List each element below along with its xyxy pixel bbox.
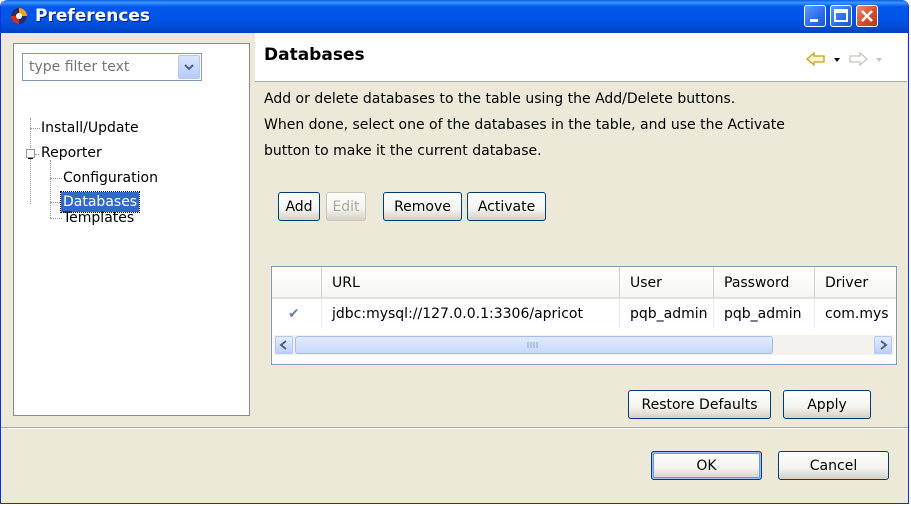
horizontal-scrollbar[interactable] — [274, 335, 894, 355]
preference-tree-panel: Install/Update Reporter Configuration Da… — [13, 43, 250, 416]
page-header: Databases — [255, 33, 907, 82]
window-title: Preferences — [35, 6, 151, 26]
scroll-grip-icon — [527, 342, 538, 348]
preference-page: Databases Add or delete databases to the… — [255, 33, 907, 429]
cell-password[interactable]: pqb_admin — [714, 299, 815, 329]
maximize-icon — [834, 9, 848, 22]
column-header-driver[interactable]: Driver — [815, 267, 896, 299]
chevron-down-icon — [184, 64, 194, 71]
tree-guide-line — [50, 160, 51, 218]
scroll-right-icon — [880, 340, 888, 350]
tree-guide-line — [50, 218, 62, 219]
add-button[interactable]: Add — [278, 192, 320, 221]
scroll-thumb[interactable] — [295, 336, 773, 354]
cell-url[interactable]: jdbc:mysql://127.0.0.1:3306/apricot — [322, 299, 620, 329]
cell-user[interactable]: pqb_admin — [620, 299, 714, 329]
scroll-right-button[interactable] — [874, 336, 892, 354]
footer-separator — [1, 427, 908, 429]
minimize-button[interactable] — [804, 5, 826, 27]
description-line-3: button to make it the current database. — [264, 143, 542, 159]
column-header-password[interactable]: Password — [714, 267, 815, 299]
close-icon — [861, 10, 873, 22]
cancel-button[interactable]: Cancel — [778, 451, 889, 480]
description-line-2: When done, select one of the databases i… — [264, 117, 785, 133]
tree-collapse-icon[interactable] — [26, 149, 35, 159]
column-header-url[interactable]: URL — [322, 267, 620, 299]
databases-table[interactable]: URL User Password Driver ✔ jdbc:mysql://… — [271, 266, 897, 365]
forward-history-chevron-down-icon — [876, 58, 882, 62]
minimize-icon — [810, 19, 818, 22]
ok-button[interactable]: OK — [651, 451, 762, 480]
activate-button[interactable]: Activate — [467, 192, 546, 221]
checkmark-icon[interactable]: ✔ — [272, 299, 322, 329]
tree-guide-line — [30, 128, 40, 129]
scroll-left-icon — [279, 340, 287, 350]
column-header-active[interactable] — [272, 267, 322, 299]
filter-combo[interactable] — [22, 53, 202, 81]
eclipse-app-icon — [11, 8, 27, 24]
preferences-window: Preferences Install/Update — [0, 0, 909, 504]
title-bar[interactable]: Preferences — [1, 0, 908, 33]
tree-guide-line — [35, 154, 39, 155]
tree-guide-line — [50, 178, 62, 179]
apply-button[interactable]: Apply — [783, 390, 871, 419]
back-arrow-icon[interactable] — [805, 51, 827, 67]
back-history-chevron-down-icon[interactable] — [832, 51, 842, 67]
page-title: Databases — [264, 45, 365, 65]
tree-item-templates[interactable]: Templates — [63, 208, 134, 228]
forward-arrow-icon[interactable] — [847, 51, 869, 67]
dialog-body: Install/Update Reporter Configuration Da… — [4, 33, 907, 501]
remove-button[interactable]: Remove — [383, 192, 462, 221]
cell-driver[interactable]: com.mys — [815, 299, 896, 329]
column-header-user[interactable]: User — [620, 267, 714, 299]
tree-item-configuration[interactable]: Configuration — [63, 168, 158, 188]
filter-input[interactable] — [23, 54, 185, 80]
description-line-1: Add or delete databases to the table usi… — [264, 91, 736, 107]
tree-item-install-update[interactable]: Install/Update — [41, 118, 139, 138]
restore-defaults-button[interactable]: Restore Defaults — [628, 390, 771, 419]
edit-button[interactable]: Edit — [326, 192, 366, 221]
close-button[interactable] — [856, 5, 878, 27]
filter-dropdown-button[interactable] — [178, 55, 200, 79]
scroll-left-button[interactable] — [275, 336, 293, 354]
maximize-button[interactable] — [830, 5, 852, 27]
